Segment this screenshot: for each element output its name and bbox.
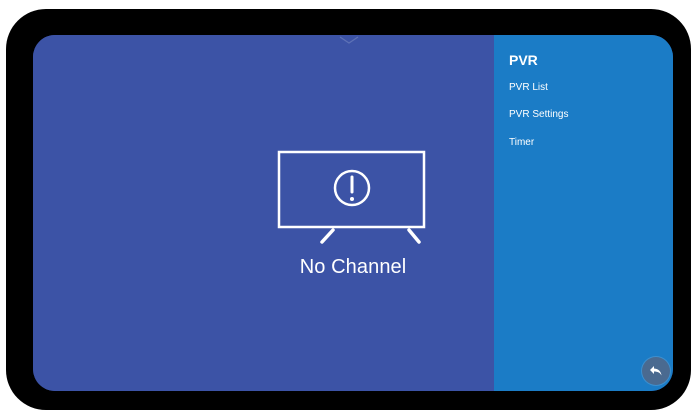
chevron-down-icon[interactable] xyxy=(338,35,360,45)
no-channel-message: No Channel xyxy=(299,256,407,278)
main-display-area: No Channel xyxy=(33,35,494,391)
pvr-side-panel: PVR PVR List PVR Settings Timer xyxy=(494,35,673,391)
back-arrow-icon xyxy=(650,366,662,376)
back-button[interactable] xyxy=(642,357,670,385)
panel-title: PVR xyxy=(509,52,538,68)
menu-item-timer[interactable]: Timer xyxy=(509,137,534,148)
menu-item-pvr-settings[interactable]: PVR Settings xyxy=(509,109,568,120)
menu-item-pvr-list[interactable]: PVR List xyxy=(509,82,548,93)
tv-screen: No Channel PVR PVR List PVR Settings Tim… xyxy=(33,35,673,391)
tv-warning-icon xyxy=(277,150,426,244)
